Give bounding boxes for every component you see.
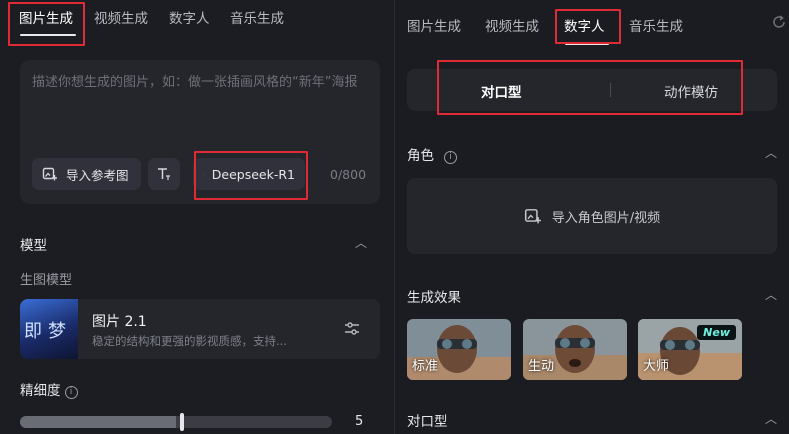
- mode-switch: 对口型 动作模仿: [407, 69, 777, 111]
- right-tab-image[interactable]: 图片生成: [407, 15, 461, 35]
- effect-vivid[interactable]: 生动: [523, 319, 627, 380]
- model-card[interactable]: 即梦 图片 2.1 稳定的结构和更强的影视质感，支持...: [20, 299, 380, 359]
- left-panel: 图片生成 视频生成 数字人 音乐生成 描述你想生成的图片，如：做一张插画风格的“…: [0, 0, 394, 434]
- import-reference-button[interactable]: 导入参考图: [32, 158, 141, 190]
- right-panel: 图片生成 视频生成 数字人 音乐生成 对口型 动作模仿 角色 i ︿ 导入角色图片…: [395, 0, 789, 434]
- effect-standard-label: 标准: [412, 359, 439, 374]
- right-tab-indicator: [565, 43, 609, 45]
- detail-value: 5: [355, 414, 364, 429]
- prompt-box[interactable]: 描述你想生成的图片，如：做一张插画风格的“新年”海报 导入参考图 Deepsee…: [20, 60, 380, 204]
- char-count: 0/800: [330, 167, 367, 182]
- detail-slider[interactable]: [20, 413, 332, 431]
- effect-vivid-label: 生动: [528, 359, 555, 374]
- model-name: 图片 2.1: [92, 314, 147, 330]
- effect-master[interactable]: New 大师: [638, 319, 742, 380]
- upload-image-icon: [524, 209, 541, 224]
- model-description: 稳定的结构和更强的影视质感，支持...: [92, 334, 287, 348]
- lip-sync-collapse-chevron-icon[interactable]: ︿: [765, 410, 777, 427]
- mode-motion-imitation[interactable]: 动作模仿: [664, 81, 718, 101]
- role-title-row: 角色 i: [407, 144, 457, 164]
- refresh-icon[interactable]: [771, 14, 787, 30]
- mode-lip-sync[interactable]: 对口型: [481, 81, 522, 101]
- role-upload-label: 导入角色图片/视频: [551, 210, 661, 226]
- new-badge: New: [697, 325, 736, 340]
- text-style-icon: [158, 168, 170, 180]
- role-info-icon[interactable]: i: [444, 151, 457, 164]
- import-image-icon: [42, 167, 57, 181]
- left-tab-indicator: [20, 34, 76, 36]
- lip-sync-title: 对口型: [407, 414, 448, 430]
- model-thumbnail: 即梦: [20, 299, 78, 359]
- text-style-button[interactable]: [148, 158, 180, 190]
- model-section-title: 模型: [20, 238, 47, 254]
- model-select-button[interactable]: Deepseek-R1: [193, 158, 305, 190]
- model-collapse-chevron-icon[interactable]: ︿: [355, 234, 367, 251]
- import-reference-label: 导入参考图: [66, 167, 129, 183]
- mode-separator: [610, 83, 611, 97]
- detail-title: 精细度: [20, 383, 61, 399]
- right-tab-video[interactable]: 视频生成: [485, 15, 539, 35]
- role-title: 角色: [407, 148, 434, 164]
- left-tab-bar: 图片生成 视频生成 数字人 音乐生成: [0, 0, 394, 48]
- left-tab-video[interactable]: 视频生成: [94, 7, 148, 27]
- effects-title: 生成效果: [407, 290, 461, 306]
- left-tab-digital-human[interactable]: 数字人: [169, 7, 210, 27]
- effects-collapse-chevron-icon[interactable]: ︿: [765, 286, 777, 303]
- effect-master-label: 大师: [643, 359, 670, 374]
- model-thumb-text: 即梦: [24, 321, 72, 342]
- right-tab-digital-human[interactable]: 数字人: [564, 15, 605, 35]
- effect-standard[interactable]: 标准: [407, 319, 511, 380]
- deepseek-whale-icon: [203, 173, 204, 175]
- right-tab-music[interactable]: 音乐生成: [629, 15, 683, 35]
- left-tab-image[interactable]: 图片生成: [19, 7, 73, 27]
- detail-title-row: 精细度 i: [20, 379, 78, 399]
- settings-sliders-icon[interactable]: [343, 320, 361, 338]
- role-upload-box[interactable]: 导入角色图片/视频: [407, 178, 777, 254]
- model-select-label: Deepseek-R1: [211, 166, 295, 182]
- detail-slider-thumb[interactable]: [180, 413, 184, 431]
- role-collapse-chevron-icon[interactable]: ︿: [765, 144, 777, 161]
- detail-slider-fill: [20, 416, 176, 428]
- right-tab-bar: 图片生成 视频生成 数字人 音乐生成: [395, 0, 789, 48]
- model-subtitle: 生图模型: [20, 273, 73, 288]
- left-tab-music[interactable]: 音乐生成: [230, 7, 284, 27]
- prompt-input[interactable]: 描述你想生成的图片，如：做一张插画风格的“新年”海报: [32, 72, 368, 94]
- info-icon[interactable]: i: [64, 386, 78, 399]
